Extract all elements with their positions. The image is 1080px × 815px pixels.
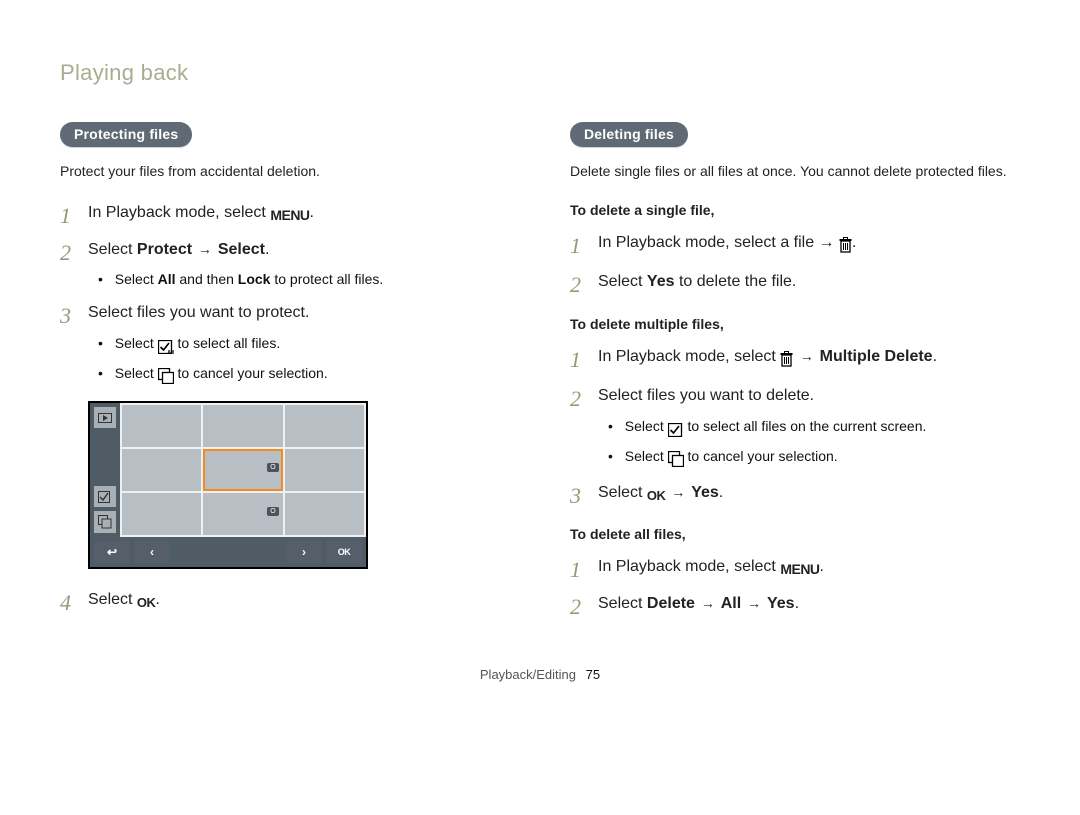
- select-all-icon: [668, 419, 684, 440]
- camera-thumbnail-grid: O O: [120, 403, 366, 537]
- camera-left-toolbar: [90, 403, 120, 537]
- step-sub: Select to cancel your selection.: [608, 446, 1020, 470]
- menu-icon: MENU: [780, 558, 819, 581]
- camera-screenshot: O O ↩ ‹ › OK: [88, 401, 368, 569]
- step-text: Select: [88, 241, 137, 258]
- protecting-steps-cont: Select OK.: [60, 587, 510, 613]
- deselect-icon: [158, 366, 174, 387]
- protect-step-3: Select files you want to protect. Select…: [60, 300, 510, 386]
- step-bold: Select: [218, 241, 265, 258]
- step-text: Select files you want to protect.: [88, 304, 309, 321]
- selected-thumbnail: O: [203, 449, 282, 491]
- deselect-icon: [668, 449, 684, 470]
- step-sub: Select to cancel your selection.: [98, 363, 510, 387]
- subhead-all: To delete all files,: [570, 526, 1020, 542]
- camera-bottom-bar: ↩ ‹ › OK: [90, 537, 366, 567]
- section-pill-protecting: Protecting files: [60, 122, 192, 147]
- select-all-icon: [94, 486, 116, 508]
- multi-step-2: Select files you want to delete. Select …: [570, 383, 1020, 469]
- menu-icon: MENU: [270, 204, 309, 227]
- columns: Protecting files Protect your files from…: [60, 122, 1020, 627]
- protect-step-1: In Playback mode, select MENU.: [60, 200, 510, 227]
- subhead-multi: To delete multiple files,: [570, 316, 1020, 332]
- playback-mode-icon: [94, 407, 116, 429]
- deleting-intro: Delete single files or all files at once…: [570, 161, 1020, 182]
- next-icon: ›: [286, 541, 322, 563]
- delete-single-steps: In Playback mode, select a file → . Sele…: [570, 230, 1020, 296]
- step-text: In Playback mode, select: [88, 204, 270, 221]
- delete-all-steps: In Playback mode, select MENU. Select De…: [570, 554, 1020, 617]
- step-sub: Select All to select all files.: [98, 333, 510, 357]
- deselect-icon: [94, 511, 116, 533]
- running-head: Playing back: [60, 60, 1020, 86]
- multi-step-3: Select OK → Yes.: [570, 480, 1020, 506]
- trash-icon: [839, 233, 852, 259]
- trash-icon: [780, 347, 793, 373]
- protecting-steps: In Playback mode, select MENU. Select Pr…: [60, 200, 510, 387]
- protect-step-4: Select OK.: [60, 587, 510, 613]
- step-sub: Select to select all files on the curren…: [608, 416, 1020, 440]
- all-step-2: Select Delete → All → Yes.: [570, 591, 1020, 617]
- select-all-icon: All: [158, 336, 174, 357]
- prev-icon: ‹: [134, 541, 170, 563]
- back-icon: ↩: [94, 541, 130, 563]
- arrow-icon: →: [798, 348, 820, 364]
- right-column: Deleting files Delete single files or al…: [570, 122, 1020, 627]
- protect-step-2: Select Protect → Select. Select All and …: [60, 237, 510, 290]
- arrow-icon: →: [665, 484, 691, 500]
- section-pill-deleting: Deleting files: [570, 122, 688, 147]
- arrow-icon: →: [741, 595, 767, 611]
- thumbnail-with-key: O: [203, 493, 282, 535]
- step-text: .: [265, 241, 269, 258]
- ok-icon: OK: [137, 592, 156, 613]
- left-column: Protecting files Protect your files from…: [60, 122, 510, 627]
- svg-text:All: All: [167, 350, 174, 354]
- arrow-icon: →: [192, 241, 218, 257]
- step-bold: Protect: [137, 241, 192, 258]
- protect-key-icon: O: [267, 463, 278, 472]
- manual-page: Playing back Protecting files Protect yo…: [0, 0, 1080, 712]
- protect-key-icon: O: [267, 507, 278, 516]
- step-sub: Select All and then Lock to protect all …: [98, 269, 510, 290]
- delete-multi-steps: In Playback mode, select → Multiple Dele…: [570, 344, 1020, 506]
- arrow-icon: →: [695, 595, 721, 611]
- all-step-1: In Playback mode, select MENU.: [570, 554, 1020, 581]
- ok-button: OK: [326, 541, 362, 563]
- multi-step-1: In Playback mode, select → Multiple Dele…: [570, 344, 1020, 373]
- footer-section: Playback/Editing: [480, 667, 576, 682]
- protecting-intro: Protect your files from accidental delet…: [60, 161, 510, 182]
- single-step-2: Select Yes to delete the file.: [570, 269, 1020, 295]
- single-step-1: In Playback mode, select a file → .: [570, 230, 1020, 259]
- ok-icon: OK: [647, 485, 666, 506]
- subhead-single: To delete a single file,: [570, 202, 1020, 218]
- page-number: 75: [586, 667, 600, 682]
- step-text: Select: [88, 591, 137, 608]
- page-footer: Playback/Editing 75: [60, 667, 1020, 682]
